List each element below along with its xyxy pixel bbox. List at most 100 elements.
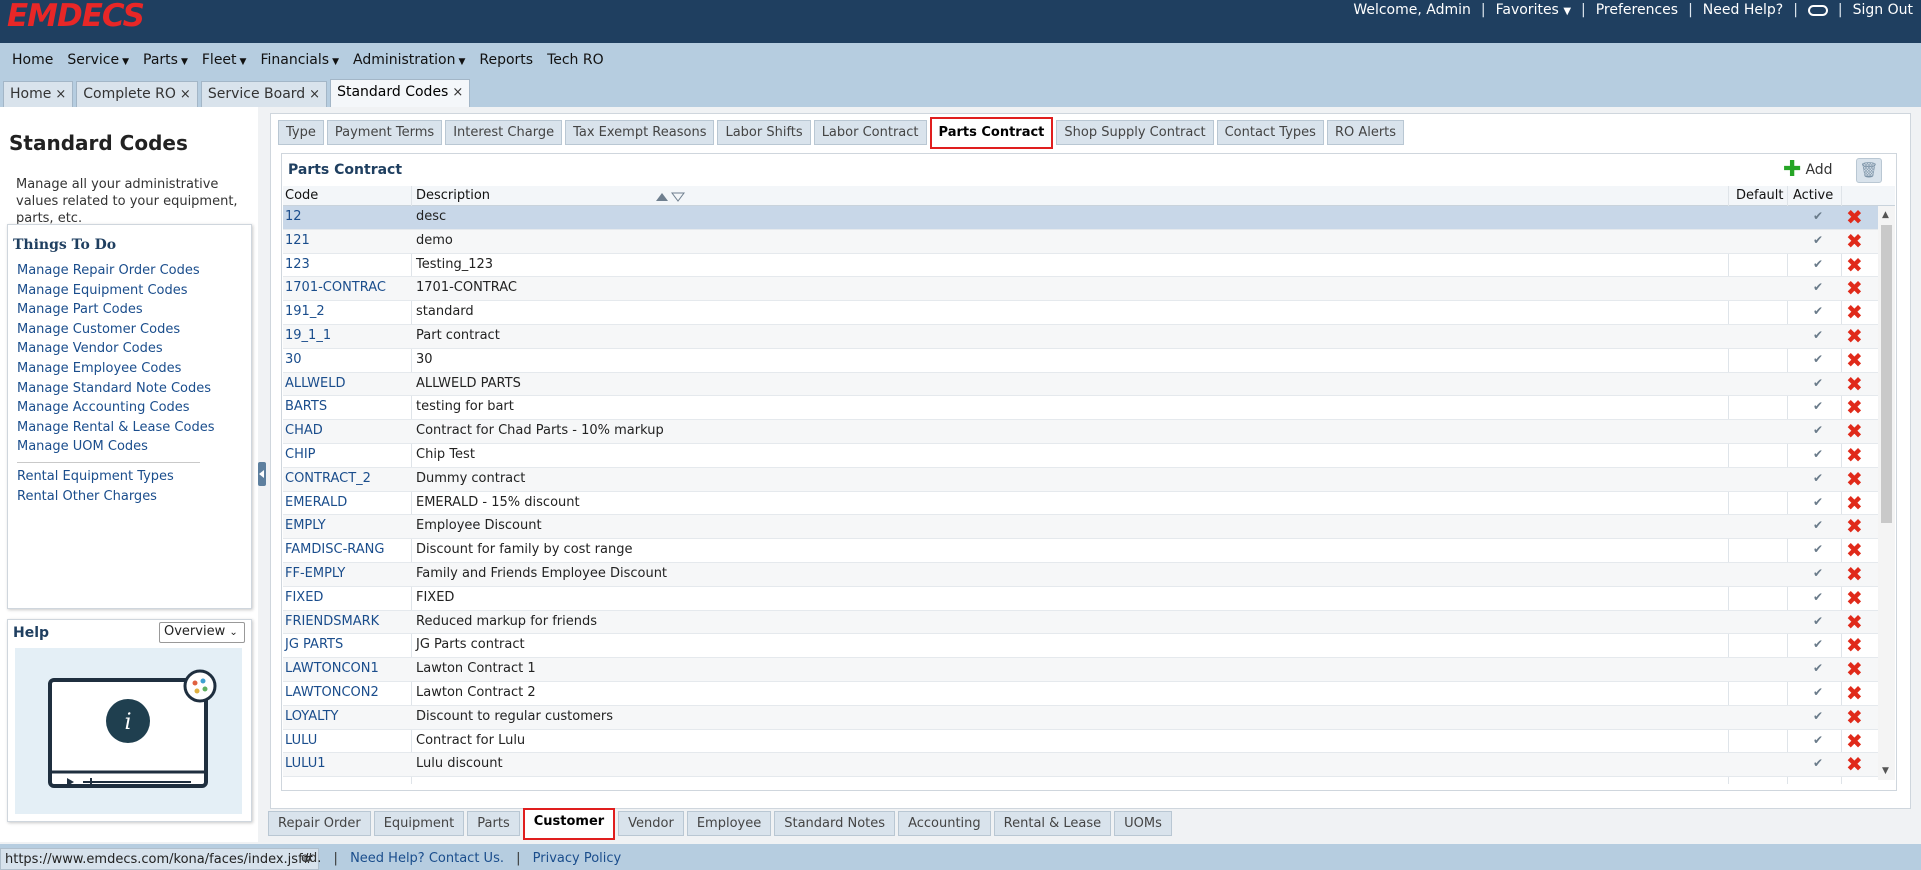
code-cell[interactable]: BARTS xyxy=(285,399,327,414)
code-cell[interactable]: LULU xyxy=(285,733,317,748)
delete-row-icon[interactable]: ✖ xyxy=(1846,374,1863,394)
column-header-active[interactable]: Active xyxy=(1793,188,1833,203)
table-row[interactable]: LULU1 Lulu discount ✔ ✖ xyxy=(283,753,1878,778)
subtab-labor-contract[interactable]: Labor Contract xyxy=(813,120,927,145)
todo-link[interactable]: Manage Accounting Codes xyxy=(17,398,214,418)
delete-row-icon[interactable]: ✖ xyxy=(1846,659,1863,679)
rental-link[interactable]: Rental Equipment Types xyxy=(17,467,174,487)
todo-link[interactable]: Manage Repair Order Codes xyxy=(17,261,214,281)
privacy-policy-link[interactable]: Privacy Policy xyxy=(533,851,622,866)
scroll-up-icon[interactable]: ▲ xyxy=(1882,210,1889,220)
todo-link[interactable]: Manage Customer Codes xyxy=(17,320,214,340)
code-cell[interactable]: FRIENDSMARK xyxy=(285,614,379,629)
code-cell[interactable]: LOYALTY xyxy=(285,709,338,724)
table-row[interactable]: 1701-CONTRAC 1701-CONTRAC ✔ ✖ xyxy=(283,277,1878,302)
subtab-interest-charge[interactable]: Interest Charge xyxy=(445,120,563,145)
close-icon[interactable]: × xyxy=(452,85,463,100)
todo-link[interactable]: Manage UOM Codes xyxy=(17,437,214,457)
code-cell[interactable]: 30 xyxy=(285,352,302,367)
delete-row-icon[interactable]: ✖ xyxy=(1846,635,1863,655)
nav-item-reports[interactable]: Reports xyxy=(479,52,533,68)
table-row[interactable]: 30 30 ✔ ✖ xyxy=(283,349,1878,373)
code-cell[interactable]: FIXED xyxy=(285,590,323,605)
tab-home[interactable]: Home × xyxy=(3,81,74,107)
code-cell[interactable]: EMERALD xyxy=(285,495,347,510)
nav-item-parts[interactable]: Parts ▼ xyxy=(143,52,188,68)
todo-link[interactable]: Manage Equipment Codes xyxy=(17,281,214,301)
tab-standard-codes[interactable]: Standard Codes × xyxy=(330,79,471,107)
delete-row-icon[interactable]: ✖ xyxy=(1846,564,1863,584)
delete-row-icon[interactable]: ✖ xyxy=(1846,421,1863,441)
delete-row-icon[interactable]: ✖ xyxy=(1846,588,1863,608)
bottom-tab-customer[interactable]: Customer xyxy=(522,808,616,840)
delete-row-icon[interactable]: ✖ xyxy=(1846,231,1863,251)
delete-row-icon[interactable]: ✖ xyxy=(1846,445,1863,465)
subtab-parts-contract[interactable]: Parts Contract xyxy=(929,117,1054,149)
subtab-labor-shifts[interactable]: Labor Shifts xyxy=(717,120,811,145)
nav-item-tech-ro[interactable]: Tech RO xyxy=(547,52,604,68)
table-row[interactable]: EMERALD EMERALD - 15% discount ✔ ✖ xyxy=(283,492,1878,516)
delete-row-icon[interactable]: ✖ xyxy=(1846,469,1863,489)
subtab-shop-supply-contract[interactable]: Shop Supply Contract xyxy=(1056,120,1214,145)
subtab-type[interactable]: Type xyxy=(278,120,324,145)
code-cell[interactable]: CHAD xyxy=(285,423,323,438)
bottom-tab-equipment[interactable]: Equipment xyxy=(373,811,465,836)
code-cell[interactable]: FAMDISC-RANG xyxy=(285,542,384,557)
scrollbar-thumb[interactable] xyxy=(1881,225,1892,523)
table-row[interactable]: 123 Testing_123 ✔ ✖ xyxy=(283,254,1878,278)
table-row[interactable]: ALLWELD ALLWELD PARTS ✔ ✖ xyxy=(283,372,1878,397)
delete-row-icon[interactable]: ✖ xyxy=(1846,350,1863,370)
table-row[interactable]: FF-EMPLY Family and Friends Employee Disc… xyxy=(283,562,1878,587)
delete-row-icon[interactable]: ✖ xyxy=(1846,707,1863,727)
table-row[interactable]: 19_1_1 Part contract ✔ ✖ xyxy=(283,324,1878,349)
delete-row-icon[interactable]: ✖ xyxy=(1846,493,1863,513)
need-help-link[interactable]: Need Help? xyxy=(1703,2,1783,18)
code-cell[interactable]: CHIP xyxy=(285,447,316,462)
table-row[interactable]: 191_2 standard ✔ ✖ xyxy=(283,301,1878,325)
preferences-link[interactable]: Preferences xyxy=(1596,2,1678,18)
table-row[interactable]: CONTRACT_2 Dummy contract ✔ ✖ xyxy=(283,467,1878,492)
todo-link[interactable]: Manage Employee Codes xyxy=(17,359,214,379)
table-row[interactable]: CHIP Chip Test ✔ ✖ xyxy=(283,444,1878,468)
code-cell[interactable]: LULU1 xyxy=(285,756,326,771)
delete-button[interactable]: 🗑 xyxy=(1856,158,1882,183)
tab-service-board[interactable]: Service Board × xyxy=(200,81,328,107)
nav-item-fleet[interactable]: Fleet ▼ xyxy=(202,52,247,68)
table-row[interactable]: 121 demo ✔ ✖ xyxy=(283,229,1878,254)
contact-us-link[interactable]: Need Help? Contact Us. xyxy=(350,851,504,866)
subtab-contact-types[interactable]: Contact Types xyxy=(1216,120,1324,145)
sign-out-link[interactable]: Sign Out xyxy=(1853,2,1913,18)
help-topic-select[interactable]: Overview ⌄ xyxy=(159,622,245,643)
column-header-description[interactable]: Description xyxy=(416,188,490,203)
table-row[interactable]: FIXED FIXED ✔ ✖ xyxy=(283,587,1878,611)
code-cell[interactable]: 1701-CONTRAC xyxy=(285,280,386,295)
emdecs-logo[interactable]: EMDECS xyxy=(7,1,145,32)
code-cell[interactable]: EMPLY xyxy=(285,518,326,533)
close-icon[interactable]: × xyxy=(180,87,191,102)
delete-row-icon[interactable]: ✖ xyxy=(1846,207,1863,227)
cloud-icon[interactable] xyxy=(1807,4,1828,16)
add-button[interactable]: ✚ Add xyxy=(1783,159,1833,181)
delete-row-icon[interactable]: ✖ xyxy=(1846,540,1863,560)
code-cell[interactable]: JG PARTS xyxy=(285,637,343,652)
delete-row-icon[interactable]: ✖ xyxy=(1846,754,1863,774)
delete-row-icon[interactable]: ✖ xyxy=(1846,397,1863,417)
delete-row-icon[interactable]: ✖ xyxy=(1846,326,1863,346)
bottom-tab-vendor[interactable]: Vendor xyxy=(618,811,684,836)
table-row[interactable]: LULU Contract for Lulu ✔ ✖ xyxy=(283,730,1878,754)
column-header-default[interactable]: Default xyxy=(1736,188,1784,203)
code-cell[interactable]: 121 xyxy=(285,233,310,248)
bottom-tab-accounting[interactable]: Accounting xyxy=(898,811,991,836)
table-row[interactable]: EMPLY Employee Discount ✔ ✖ xyxy=(283,515,1878,540)
vertical-scrollbar[interactable]: ▲ ▼ xyxy=(1878,206,1895,780)
bottom-tab-rental-lease[interactable]: Rental & Lease xyxy=(993,811,1112,836)
delete-row-icon[interactable]: ✖ xyxy=(1846,278,1863,298)
table-row[interactable]: CHAD Contract for Chad Parts - 10% markup… xyxy=(283,420,1878,444)
nav-item-home[interactable]: Home xyxy=(12,52,53,68)
bottom-tab-employee[interactable]: Employee xyxy=(686,811,772,836)
delete-row-icon[interactable]: ✖ xyxy=(1846,731,1863,751)
subtab-ro-alerts[interactable]: RO Alerts xyxy=(1326,120,1405,145)
bottom-tab-repair-order[interactable]: Repair Order xyxy=(268,811,371,836)
nav-item-financials[interactable]: Financials ▼ xyxy=(260,52,339,68)
code-cell[interactable]: 123 xyxy=(285,257,310,272)
